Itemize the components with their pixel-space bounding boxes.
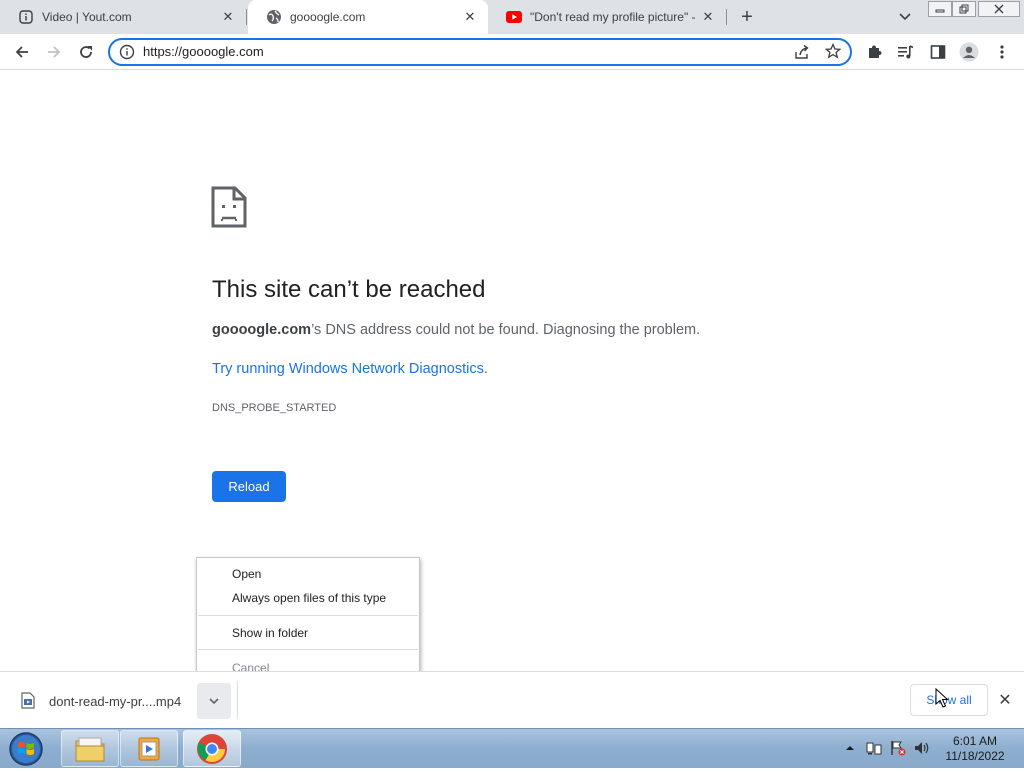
tab-divider <box>726 9 727 25</box>
restore-button[interactable] <box>952 1 976 17</box>
tab-strip: Video | Yout.com ✕ goooogle.com ✕ "Don't… <box>0 0 1024 34</box>
error-domain: goooogle.com <box>212 322 312 338</box>
menu-item-open[interactable]: Open <box>232 567 261 581</box>
side-panel-icon[interactable] <box>928 42 948 62</box>
reload-toolbar-button[interactable] <box>76 42 96 62</box>
info-circle-icon <box>18 9 34 25</box>
forward-button[interactable] <box>44 42 64 62</box>
close-shelf-icon[interactable]: ✕ <box>997 692 1013 709</box>
clock-date: 11/18/2022 <box>945 749 1005 763</box>
file-explorer-icon <box>75 737 105 761</box>
tab-youtube-video[interactable]: "Don't read my profile picture" - ✕ <box>488 0 726 34</box>
error-title: This site can’t be reached <box>212 276 486 303</box>
menu-item-show-in-folder[interactable]: Show in folder <box>232 626 308 640</box>
clock-time: 6:01 AM <box>952 734 998 748</box>
menu-kebab-icon[interactable] <box>992 42 1012 62</box>
video-file-icon <box>21 692 35 709</box>
diagnostics-link-text[interactable]: Try running Windows Network Diagnostics <box>212 361 484 377</box>
tab-title: Video | Yout.com <box>42 10 132 24</box>
action-center-flag-icon[interactable] <box>890 740 906 756</box>
youtube-icon <box>506 9 522 25</box>
site-info-icon[interactable] <box>119 44 135 60</box>
chevron-down-icon <box>209 698 219 705</box>
mouse-cursor-icon <box>935 687 949 708</box>
address-bar[interactable]: https://goooogle.com <box>108 38 852 66</box>
tab-divider <box>246 9 247 25</box>
share-icon[interactable] <box>794 44 810 60</box>
tab-video-yout[interactable]: Video | Yout.com ✕ <box>0 0 246 34</box>
download-filename[interactable]: dont-read-my-pr....mp4 <box>49 694 181 709</box>
network-diagnostics-link[interactable]: Try running Windows Network Diagnostics. <box>212 361 488 377</box>
tab-goooogle[interactable]: goooogle.com ✕ <box>248 0 488 34</box>
refresh-icon <box>80 46 92 58</box>
tab-search-chevron-icon[interactable] <box>896 9 914 25</box>
taskbar-media-player[interactable] <box>120 730 178 767</box>
reload-button[interactable]: Reload <box>212 471 286 502</box>
error-description-text: ’s DNS address could not be found. Diagn… <box>311 322 701 338</box>
arrow-left-icon <box>15 46 28 58</box>
extensions-puzzle-icon[interactable] <box>864 42 884 62</box>
close-window-button[interactable] <box>978 1 1020 17</box>
close-tab-icon[interactable]: ✕ <box>462 9 478 25</box>
new-tab-button[interactable]: + <box>737 6 757 28</box>
globe-icon <box>266 9 282 25</box>
taskbar-clock[interactable]: 6:01 AM 11/18/2022 <box>940 734 1010 764</box>
diagnostics-link-suffix: . <box>483 361 488 377</box>
media-control-icon[interactable] <box>896 42 916 62</box>
menu-item-always-open[interactable]: Always open files of this type <box>232 591 386 605</box>
download-shelf: dont-read-my-pr....mp4 Show all ✕ <box>0 671 1024 728</box>
taskbar-chrome[interactable] <box>183 730 241 767</box>
browser-toolbar: https://goooogle.com <box>0 34 1024 70</box>
volume-speaker-icon[interactable] <box>914 740 930 756</box>
url-text[interactable]: https://goooogle.com <box>143 44 264 59</box>
download-context-menu: Open Always open files of this type Show… <box>196 557 420 683</box>
network-icon[interactable] <box>866 740 882 756</box>
error-description: goooogle.com’s DNS address could not be … <box>212 322 700 338</box>
close-tab-icon[interactable]: ✕ <box>700 9 716 25</box>
menu-separator <box>198 615 418 616</box>
taskbar-file-explorer[interactable] <box>61 730 119 767</box>
profile-avatar-icon[interactable] <box>959 42 979 62</box>
back-button[interactable] <box>12 42 32 62</box>
shelf-divider <box>237 681 238 719</box>
start-orb-button[interactable] <box>6 731 46 767</box>
minimize-button[interactable] <box>928 1 952 17</box>
download-options-button[interactable] <box>197 683 231 719</box>
chrome-icon <box>197 733 227 764</box>
show-all-downloads-button[interactable]: Show all <box>910 684 988 716</box>
error-code: DNS_PROBE_STARTED <box>212 402 337 414</box>
sad-document-icon <box>211 186 247 228</box>
bookmark-star-icon[interactable] <box>824 42 842 59</box>
tab-title: goooogle.com <box>290 10 366 24</box>
media-player-icon <box>138 737 160 760</box>
windows-taskbar: 6:01 AM 11/18/2022 <box>0 728 1024 768</box>
show-hidden-icons-icon[interactable] <box>844 740 860 756</box>
tab-title: "Don't read my profile picture" - <box>530 10 696 24</box>
close-tab-icon[interactable]: ✕ <box>220 9 236 25</box>
menu-separator <box>198 649 418 650</box>
arrow-right-icon <box>48 46 61 58</box>
